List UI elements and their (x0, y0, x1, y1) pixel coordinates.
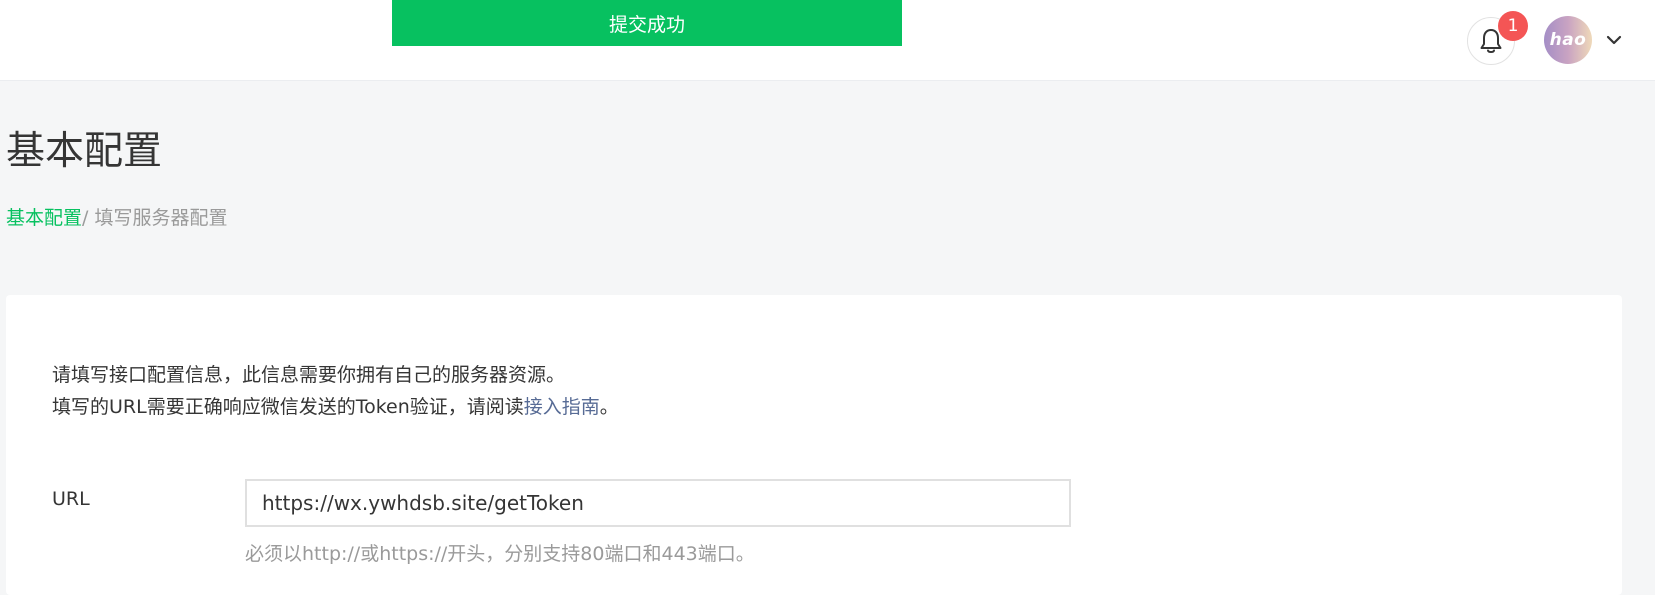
intro-line-2-suffix: 。 (599, 396, 619, 418)
breadcrumb-current: / 填写服务器配置 (82, 207, 228, 229)
url-hint: 必须以http://或https://开头，分别支持80端口和443端口。 (245, 543, 755, 565)
url-input[interactable] (245, 479, 1071, 527)
intro-text: 请填写接口配置信息，此信息需要你拥有自己的服务器资源。 填写的URL需要正确响应… (52, 359, 619, 423)
notification-badge: 1 (1498, 11, 1528, 41)
intro-line-1: 请填写接口配置信息，此信息需要你拥有自己的服务器资源。 (52, 364, 566, 386)
avatar[interactable]: hao (1544, 16, 1592, 64)
success-toast: 提交成功 (392, 0, 902, 46)
intro-line-2-prefix: 填写的URL需要正确响应微信发送的Token验证，请阅读 (52, 396, 524, 418)
page-title: 基本配置 (6, 129, 163, 174)
url-label: URL (52, 488, 90, 510)
breadcrumb-root-link[interactable]: 基本配置 (6, 207, 82, 229)
breadcrumb: 基本配置/ 填写服务器配置 (6, 205, 227, 231)
chevron-down-icon[interactable] (1605, 33, 1623, 47)
access-guide-link[interactable]: 接入指南 (524, 396, 600, 418)
intro-line-2: 填写的URL需要正确响应微信发送的Token验证，请阅读接入指南。 (52, 391, 619, 423)
